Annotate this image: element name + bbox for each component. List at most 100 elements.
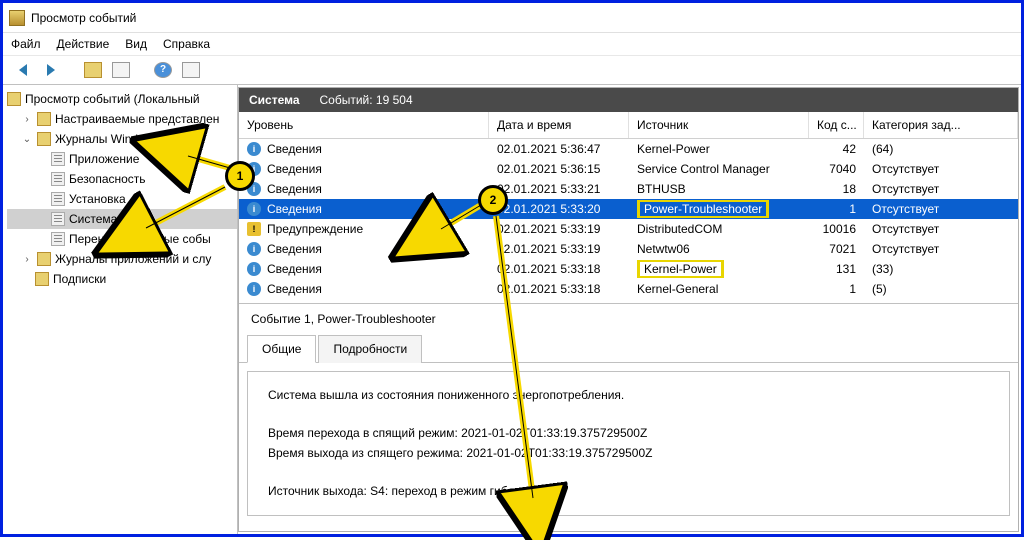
table-row[interactable]: Предупреждение02.01.2021 5:33:19Distribu… [239,219,1018,239]
toolbar-panel-button[interactable] [179,58,203,82]
details-tabs: Общие Подробности [239,334,1018,363]
help-icon: ? [154,62,172,78]
info-icon [247,242,261,256]
folder-icon [37,252,51,266]
cell-source: BTHUSB [629,182,809,196]
table-row[interactable]: Сведения02.01.2021 5:33:18Kernel-General… [239,279,1018,299]
panel-header: Система Событий: 19 504 [239,88,1018,112]
arrow-right-icon [47,64,55,76]
table-row[interactable]: Сведения02.01.2021 5:33:21BTHUSB18Отсутс… [239,179,1018,199]
cell-level: Сведения [267,262,322,276]
cell-level: Предупреждение [267,222,363,236]
menu-file[interactable]: Файл [11,37,41,51]
grid-header: Уровень Дата и время Источник Код с... К… [239,112,1018,139]
tree-item-system[interactable]: Система [7,209,237,229]
back-button[interactable] [11,58,35,82]
table-row[interactable]: Сведения02.01.2021 5:33:19Netwtw067021От… [239,239,1018,259]
table-row[interactable]: Сведения02.01.2021 5:36:47Kernel-Power42… [239,139,1018,159]
tree-label: Подписки [53,272,106,286]
cell-datetime: 02.01.2021 5:36:15 [489,162,629,176]
table-row[interactable]: Сведения02.01.2021 5:33:20Power-Troubles… [239,199,1018,219]
col-level[interactable]: Уровень [239,112,489,138]
tree-item-security[interactable]: Безопасность [7,169,237,189]
panel-title: Система [249,93,300,107]
cell-category: Отсутствует [864,202,1018,216]
info-icon [247,142,261,156]
cell-category: Отсутствует [864,222,1018,236]
log-icon [51,172,65,186]
tree-label: Безопасность [69,172,146,186]
cell-eventid: 131 [809,262,864,276]
tree-label: Приложение [69,152,139,166]
cell-eventid: 1 [809,202,864,216]
tree-label: Система [69,212,117,226]
cell-eventid: 7040 [809,162,864,176]
toolbar-properties-button[interactable] [109,58,133,82]
menu-view[interactable]: Вид [125,37,147,51]
panel-icon [182,62,200,78]
tab-details[interactable]: Подробности [318,335,422,363]
info-icon [247,182,261,196]
cell-level: Сведения [267,202,322,216]
highlight-box: Kernel-Power [637,260,724,278]
tree-root[interactable]: Просмотр событий (Локальный [7,89,237,109]
tree-label: Перенаправленные собы [69,232,211,246]
menubar: Файл Действие Вид Справка [3,33,1021,55]
tree-custom-views[interactable]: › Настраиваемые представлен [7,109,237,129]
cell-category: (33) [864,262,1018,276]
content-area: Просмотр событий (Локальный › Настраивае… [3,85,1021,534]
chevron-right-icon[interactable]: › [21,114,33,125]
cell-datetime: 02.01.2021 5:33:18 [489,282,629,296]
cell-category: (5) [864,282,1018,296]
details-line: Система вышла из состояния пониженного э… [268,386,989,405]
toolbar: ? [3,55,1021,85]
tree-subscriptions[interactable]: Подписки [7,269,237,289]
info-icon [247,282,261,296]
cell-eventid: 42 [809,142,864,156]
menu-help[interactable]: Справка [163,37,210,51]
window-title: Просмотр событий [31,11,136,25]
menu-action[interactable]: Действие [57,37,110,51]
table-row[interactable]: Сведения 02.01.2021 5:33:18 Kernel-Power 13… [239,259,1018,279]
col-source[interactable]: Источник [629,112,809,138]
col-datetime[interactable]: Дата и время [489,112,629,138]
toolbar-help-button[interactable]: ? [151,58,175,82]
cell-datetime: 02.01.2021 5:33:18 [489,262,629,276]
tree-item-forwarded[interactable]: Перенаправленные собы [7,229,237,249]
chevron-down-icon[interactable]: ⌄ [21,134,33,145]
tree-label: Установка [69,192,126,206]
cell-datetime: 02.01.2021 5:33:19 [489,242,629,256]
cell-category: Отсутствует [864,242,1018,256]
details-body: Система вышла из состояния пониженного э… [247,371,1010,516]
event-grid: Уровень Дата и время Источник Код с... К… [239,112,1018,299]
cell-eventid: 1 [809,282,864,296]
info-icon [247,262,261,276]
col-eventid[interactable]: Код с... [809,112,864,138]
cell-eventid: 7021 [809,242,864,256]
tree-label: Журналы Windows [55,132,159,146]
cell-source: DistributedCOM [629,222,809,236]
details-panel: Событие 1, Power-Troubleshooter Общие По… [239,303,1018,531]
log-icon [51,152,65,166]
cell-source: Netwtw06 [629,242,809,256]
table-row[interactable]: Сведения02.01.2021 5:36:15Service Contro… [239,159,1018,179]
titlebar: Просмотр событий [3,3,1021,33]
tree-label: Просмотр событий (Локальный [25,92,200,106]
tree-item-setup[interactable]: Установка [7,189,237,209]
cell-eventid: 10016 [809,222,864,236]
cell-source: Service Control Manager [629,162,809,176]
tree-windows-logs[interactable]: ⌄ Журналы Windows [7,129,237,149]
forward-button[interactable] [39,58,63,82]
col-category[interactable]: Категория зад... [864,112,1018,138]
chevron-right-icon[interactable]: › [21,254,33,265]
toolbar-folder-button[interactable] [81,58,105,82]
details-line: Время выхода из спящего режима: 2021-01-… [268,444,989,463]
eventviewer-icon [7,92,21,106]
cell-source: Kernel-General [629,282,809,296]
tab-general[interactable]: Общие [247,335,316,363]
folder-icon [84,62,102,78]
tree-app-logs[interactable]: › Журналы приложений и слу [7,249,237,269]
cell-source: Kernel-Power [629,142,809,156]
cell-category: Отсутствует [864,162,1018,176]
tree-item-application[interactable]: Приложение [7,149,237,169]
